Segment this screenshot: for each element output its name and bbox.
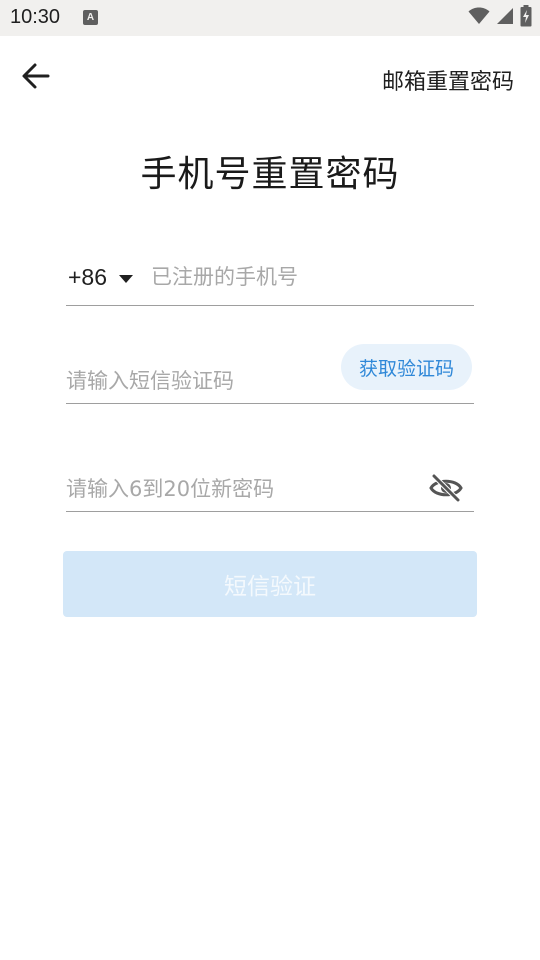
a-icon: A <box>83 10 98 25</box>
app-bar: 邮箱重置密码 <box>0 36 540 120</box>
sms-verify-button[interactable]: 短信验证 <box>63 551 477 617</box>
status-time: 10:30 <box>10 6 61 28</box>
wifi-icon <box>468 7 490 29</box>
cellular-signal-icon <box>496 7 514 29</box>
phone-field: +86 <box>66 250 474 306</box>
email-reset-link[interactable]: 邮箱重置密码 <box>382 64 514 96</box>
page-title: 手机号重置密码 <box>140 154 400 195</box>
sms-code-input[interactable] <box>66 366 336 396</box>
caret-down-icon <box>119 274 134 283</box>
new-password-field <box>66 460 474 512</box>
back-button[interactable] <box>14 58 58 98</box>
eye-off-icon <box>429 473 463 506</box>
new-password-input[interactable] <box>66 474 416 504</box>
battery-charging-icon <box>520 5 532 31</box>
phone-input[interactable] <box>151 262 471 292</box>
sms-code-field: 获取验证码 <box>66 340 474 404</box>
password-visibility-toggle[interactable] <box>428 473 464 506</box>
status-bar: 10:30 A <box>0 0 540 36</box>
get-code-button[interactable]: 获取验证码 <box>341 344 472 390</box>
country-code-selector[interactable]: +86 <box>68 264 134 291</box>
country-code-value: +86 <box>68 264 108 290</box>
status-icons <box>468 5 532 31</box>
arrow-back-icon <box>21 62 51 94</box>
